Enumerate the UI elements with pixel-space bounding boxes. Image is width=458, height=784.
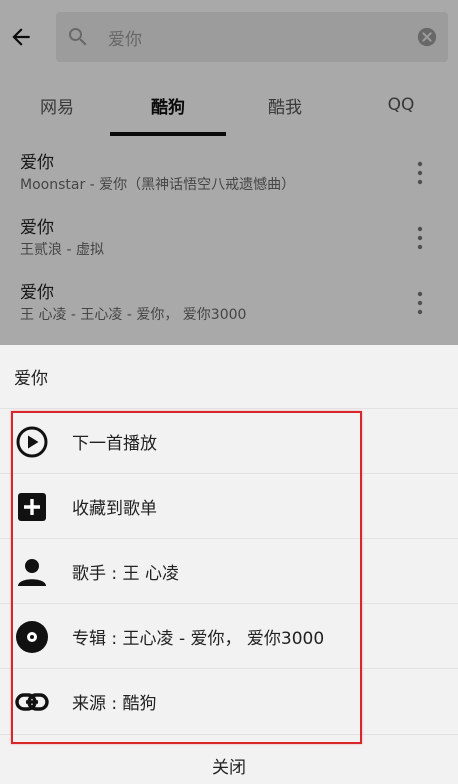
close-button[interactable]: 关闭 — [0, 746, 458, 784]
dim-overlay[interactable] — [0, 0, 458, 345]
sheet-title: 爱你 — [14, 369, 48, 389]
highlight-frame — [11, 411, 362, 744]
search-results-screen: 爱你 网易 酷狗 酷我 QQ 爱你 Moonstar - 爱你（黑神话悟空八戒遗… — [0, 0, 458, 345]
